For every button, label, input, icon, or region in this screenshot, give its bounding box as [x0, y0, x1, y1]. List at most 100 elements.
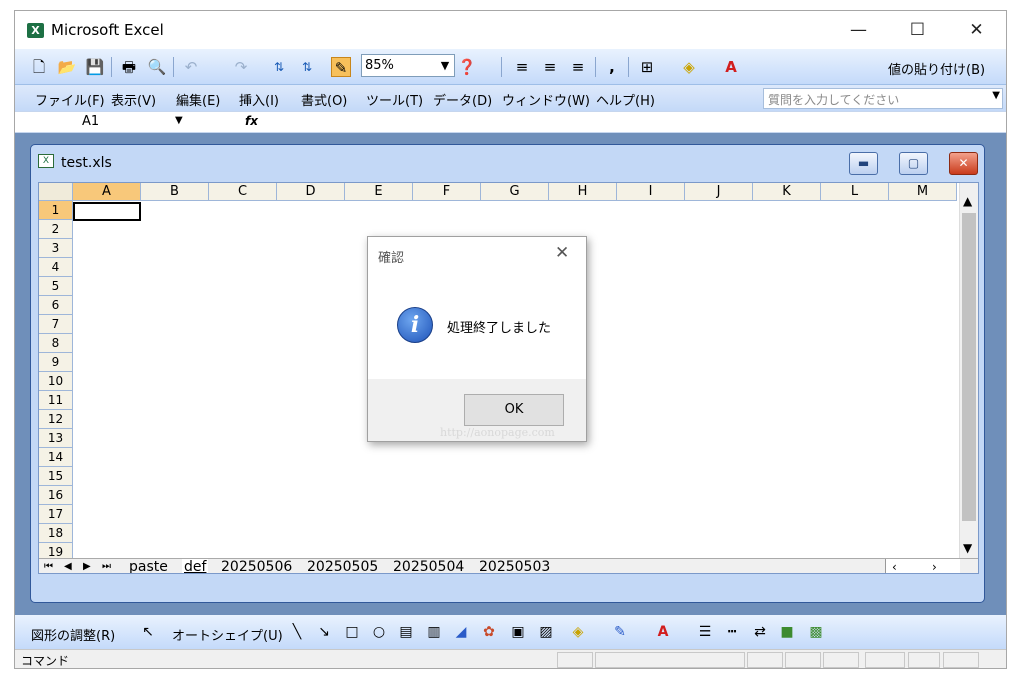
- column-header[interactable]: E: [345, 183, 413, 201]
- chevron-down-icon[interactable]: ▼: [175, 115, 183, 126]
- sheet-tab[interactable]: 20250506: [219, 559, 294, 573]
- column-header[interactable]: F: [413, 183, 481, 201]
- row-header[interactable]: 7: [39, 315, 73, 334]
- row-header[interactable]: 4: [39, 258, 73, 277]
- textbox-icon[interactable]: ▤: [397, 623, 415, 641]
- row-header[interactable]: 17: [39, 505, 73, 524]
- column-header[interactable]: I: [617, 183, 685, 201]
- next-sheet-icon[interactable]: ▶: [83, 559, 91, 573]
- vertical-scrollbar[interactable]: ▲ ▼: [959, 183, 978, 558]
- line-icon[interactable]: ╲: [288, 623, 306, 641]
- menu-edit[interactable]: 編集(E): [176, 90, 220, 109]
- help-icon[interactable]: ❓: [457, 57, 477, 77]
- ok-button[interactable]: OK: [464, 394, 564, 426]
- last-sheet-icon[interactable]: ⏭: [102, 559, 111, 573]
- sheet-tab[interactable]: paste: [127, 559, 170, 573]
- menu-window[interactable]: ウィンドウ(W): [502, 90, 590, 109]
- chevron-down-icon[interactable]: ▼: [992, 90, 1000, 101]
- menu-view[interactable]: 表示(V): [111, 90, 156, 109]
- minimize-button[interactable]: —: [829, 11, 888, 49]
- scroll-right-icon[interactable]: ›: [932, 559, 937, 573]
- row-header[interactable]: 6: [39, 296, 73, 315]
- select-all-corner[interactable]: [39, 183, 73, 201]
- row-header[interactable]: 16: [39, 486, 73, 505]
- row-header[interactable]: 1: [39, 201, 73, 220]
- maximize-button[interactable]: ☐: [888, 11, 947, 49]
- active-cell[interactable]: [73, 202, 141, 221]
- autoshape-menu[interactable]: オートシェイプ(U): [172, 625, 283, 644]
- font-color-icon[interactable]: A: [654, 623, 672, 641]
- help-search-input[interactable]: 質問を入力してください ▼: [763, 88, 1003, 109]
- row-header[interactable]: 12: [39, 410, 73, 429]
- fill-color-icon[interactable]: ◈: [569, 623, 587, 641]
- menu-format[interactable]: 書式(O): [301, 90, 347, 109]
- chevron-down-icon[interactable]: ▼: [436, 55, 454, 76]
- arrow-icon[interactable]: ↘: [315, 623, 333, 641]
- sheet-tab[interactable]: 20250504: [391, 559, 466, 573]
- dash-style-icon[interactable]: ┅: [723, 623, 741, 641]
- dialog-close-button[interactable]: ✕: [555, 243, 569, 263]
- row-header[interactable]: 14: [39, 448, 73, 467]
- zoom-select[interactable]: 85% ▼: [361, 54, 455, 77]
- align-left-icon[interactable]: ≡: [512, 57, 532, 77]
- clipart-icon[interactable]: ▣: [509, 623, 527, 641]
- sheet-tab[interactable]: 20250505: [305, 559, 380, 573]
- print-icon[interactable]: 🖶: [119, 57, 139, 77]
- row-header[interactable]: 9: [39, 353, 73, 372]
- menu-tools[interactable]: ツール(T): [366, 90, 423, 109]
- first-sheet-icon[interactable]: ⏮: [44, 559, 53, 573]
- workbook-close-button[interactable]: ✕: [949, 152, 978, 175]
- menu-data[interactable]: データ(D): [433, 90, 492, 109]
- scroll-down-icon[interactable]: ▼: [963, 541, 972, 555]
- diagram-icon[interactable]: ✿: [480, 623, 498, 641]
- menu-help[interactable]: ヘルプ(H): [596, 90, 655, 109]
- row-header[interactable]: 5: [39, 277, 73, 296]
- open-icon[interactable]: 📂: [57, 57, 77, 77]
- column-header[interactable]: D: [277, 183, 345, 201]
- borders-icon[interactable]: ⊞: [637, 57, 657, 77]
- column-header[interactable]: A: [73, 183, 141, 201]
- column-header[interactable]: M: [889, 183, 957, 201]
- vertical-textbox-icon[interactable]: ▥: [425, 623, 443, 641]
- line-style-icon[interactable]: ☰: [696, 623, 714, 641]
- workbook-minimize-button[interactable]: ▬: [849, 152, 878, 175]
- row-header[interactable]: 18: [39, 524, 73, 543]
- sheet-tab-active[interactable]: def: [182, 559, 209, 573]
- column-header[interactable]: C: [209, 183, 277, 201]
- row-header[interactable]: 2: [39, 220, 73, 239]
- shadow-icon[interactable]: ■: [778, 623, 796, 641]
- font-color-icon[interactable]: A: [721, 57, 741, 77]
- column-header[interactable]: L: [821, 183, 889, 201]
- row-header[interactable]: 13: [39, 429, 73, 448]
- scroll-up-icon[interactable]: ▲: [963, 194, 972, 208]
- row-header[interactable]: 15: [39, 467, 73, 486]
- save-icon[interactable]: 💾: [85, 57, 105, 77]
- insert-function-icon[interactable]: fx: [245, 114, 258, 128]
- wordart-icon[interactable]: ◢: [452, 623, 470, 641]
- workbook-restore-button[interactable]: ▢: [899, 152, 928, 175]
- print-preview-icon[interactable]: 🔍: [147, 57, 167, 77]
- column-header[interactable]: H: [549, 183, 617, 201]
- align-right-icon[interactable]: ≡: [568, 57, 588, 77]
- picture-icon[interactable]: ▨: [537, 623, 555, 641]
- sort-descending-icon[interactable]: ⇅: [297, 57, 317, 77]
- align-center-icon[interactable]: ≡: [540, 57, 560, 77]
- menu-file[interactable]: ファイル(F): [35, 90, 105, 109]
- sheet-tab[interactable]: 20250503: [477, 559, 552, 573]
- menu-insert[interactable]: 挿入(I): [239, 90, 279, 109]
- row-header[interactable]: 8: [39, 334, 73, 353]
- paste-values-button[interactable]: 値の貼り付け(B): [888, 59, 985, 78]
- draw-adjust-menu[interactable]: 図形の調整(R): [31, 625, 115, 644]
- column-header[interactable]: K: [753, 183, 821, 201]
- 3d-icon[interactable]: ▩: [807, 623, 825, 641]
- sort-ascending-icon[interactable]: ⇅: [269, 57, 289, 77]
- redo-icon[interactable]: ↷: [231, 57, 251, 77]
- fill-color-icon[interactable]: ◈: [679, 57, 699, 77]
- comma-style-icon[interactable]: ,: [602, 57, 622, 77]
- column-header[interactable]: G: [481, 183, 549, 201]
- name-box[interactable]: A1: [18, 113, 168, 132]
- close-button[interactable]: ✕: [947, 11, 1006, 49]
- scroll-thumb[interactable]: [962, 213, 976, 521]
- column-header[interactable]: B: [141, 183, 209, 201]
- oval-icon[interactable]: ○: [370, 623, 388, 641]
